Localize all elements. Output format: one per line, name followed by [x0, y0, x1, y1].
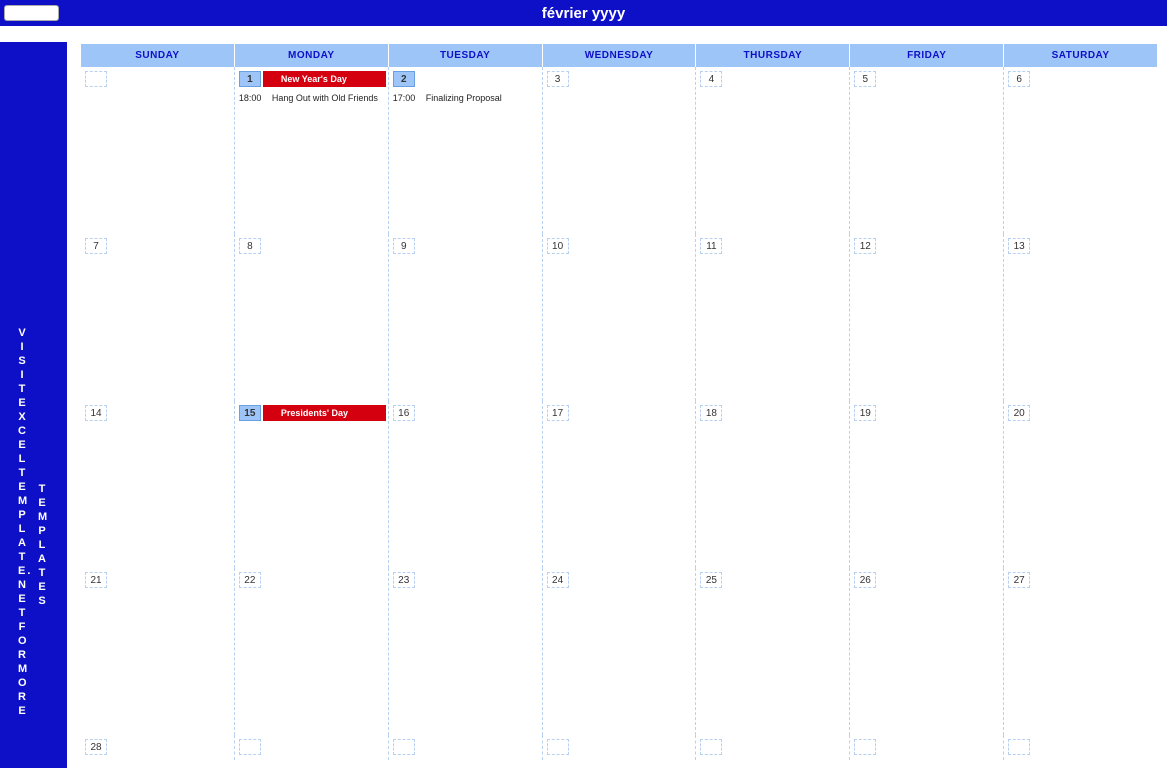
day-cell[interactable]: 13	[1004, 234, 1157, 401]
calendar: SUNDAY MONDAY TUESDAY WEDNESDAY THURSDAY…	[67, 26, 1167, 768]
week-row: 28	[81, 735, 1157, 760]
day-number	[85, 71, 107, 87]
day-number: 21	[85, 572, 107, 588]
day-number: 9	[393, 238, 415, 254]
day-number: 19	[854, 405, 876, 421]
day-cell[interactable]: 11	[696, 234, 850, 401]
day-cell[interactable]: 5	[850, 67, 1004, 234]
day-number: 10	[547, 238, 569, 254]
day-cell[interactable]: 27	[1004, 568, 1157, 735]
week-row: 21 22 23 24 25 26 27	[81, 568, 1157, 735]
dayhead-monday: MONDAY	[235, 44, 389, 67]
day-number: 5	[854, 71, 876, 87]
day-number: 12	[854, 238, 876, 254]
day-cell[interactable]	[543, 735, 697, 760]
day-number: 13	[1008, 238, 1030, 254]
day-cell[interactable]: 10	[543, 234, 697, 401]
day-number	[547, 739, 569, 755]
day-number	[854, 739, 876, 755]
dayhead-saturday: SATURDAY	[1004, 44, 1157, 67]
week-row: 1New Year's Day 18:00 Hang Out with Old Fr…	[81, 67, 1157, 234]
header-input[interactable]	[4, 5, 59, 21]
day-number: 26	[854, 572, 876, 588]
day-cell[interactable]: 22	[235, 568, 389, 735]
dayhead-friday: FRIDAY	[850, 44, 1004, 67]
day-cell[interactable]: 16	[389, 401, 543, 568]
day-cell[interactable]	[696, 735, 850, 760]
day-cell[interactable]: 7	[81, 234, 235, 401]
day-cell[interactable]: 3	[543, 67, 697, 234]
day-cell[interactable]: 8	[235, 234, 389, 401]
holiday-label: New Year's Day	[263, 71, 386, 87]
dayhead-tuesday: TUESDAY	[389, 44, 543, 67]
day-header-row: SUNDAY MONDAY TUESDAY WEDNESDAY THURSDAY…	[81, 44, 1157, 67]
holiday-label: Presidents' Day	[263, 405, 386, 421]
day-cell[interactable]: 28	[81, 735, 235, 760]
day-cell[interactable]	[850, 735, 1004, 760]
event-time: 17:00	[393, 93, 421, 103]
day-number: 28	[85, 739, 107, 755]
day-number	[393, 739, 415, 755]
day-number: 18	[700, 405, 722, 421]
day-cell[interactable]	[389, 735, 543, 760]
day-cell[interactable]: 26	[850, 568, 1004, 735]
dayhead-thursday: THURSDAY	[696, 44, 850, 67]
day-number: 17	[547, 405, 569, 421]
day-number: 27	[1008, 572, 1030, 588]
day-cell[interactable]	[81, 67, 235, 234]
day-number: 8	[239, 238, 261, 254]
day-number	[1008, 739, 1030, 755]
day-number: 14	[85, 405, 107, 421]
day-cell[interactable]: 23	[389, 568, 543, 735]
day-cell[interactable]: 24	[543, 568, 697, 735]
day-cell[interactable]: 6	[1004, 67, 1157, 234]
day-cell[interactable]	[1004, 735, 1157, 760]
day-number: 23	[393, 572, 415, 588]
day-number: 22	[239, 572, 261, 588]
day-cell[interactable]: 18	[696, 401, 850, 568]
day-cell[interactable]: 2 17:00 Finalizing Proposal	[389, 67, 543, 234]
event-text: Finalizing Proposal	[426, 93, 502, 103]
event-time: 18:00	[239, 93, 267, 103]
day-cell[interactable]: 25	[696, 568, 850, 735]
event-text: Hang Out with Old Friends	[272, 93, 378, 103]
day-number	[239, 739, 261, 755]
day-cell[interactable]	[235, 735, 389, 760]
dayhead-sunday: SUNDAY	[81, 44, 235, 67]
day-cell[interactable]: 15Presidents' Day	[235, 401, 389, 568]
day-number: 11	[700, 238, 722, 254]
day-number: 6	[1008, 71, 1030, 87]
day-cell[interactable]: 17	[543, 401, 697, 568]
event[interactable]: 18:00 Hang Out with Old Friends	[239, 93, 384, 103]
day-number: 25	[700, 572, 722, 588]
day-cell[interactable]: 20	[1004, 401, 1157, 568]
day-cell[interactable]: 9	[389, 234, 543, 401]
day-number: 16	[393, 405, 415, 421]
sidebar-text-2: TEMPLATES	[38, 482, 48, 608]
page-title: février yyyy	[542, 5, 625, 22]
day-number: 7	[85, 238, 107, 254]
week-row: 7 8 9 10 11 12 13	[81, 234, 1157, 401]
day-cell[interactable]: 4	[696, 67, 850, 234]
day-number: 4	[700, 71, 722, 87]
dayhead-wednesday: WEDNESDAY	[543, 44, 697, 67]
header-bar: février yyyy	[0, 0, 1167, 26]
week-row: 1415Presidents' Day1617181920	[81, 401, 1157, 568]
sidebar: VISIT EXCELTEMPLATE.NET FOR MORE TEMPLAT…	[0, 42, 67, 768]
event[interactable]: 17:00 Finalizing Proposal	[393, 93, 538, 103]
sidebar-text-1: VISIT EXCELTEMPLATE.NET FOR MORE	[18, 326, 28, 718]
day-number: 24	[547, 572, 569, 588]
day-cell[interactable]: 21	[81, 568, 235, 735]
day-number: 3	[547, 71, 569, 87]
day-number	[700, 739, 722, 755]
day-cell[interactable]: 1New Year's Day 18:00 Hang Out with Old Fr…	[235, 67, 389, 234]
day-cell[interactable]: 14	[81, 401, 235, 568]
day-number: 15	[239, 405, 261, 421]
day-number: 20	[1008, 405, 1030, 421]
day-cell[interactable]: 19	[850, 401, 1004, 568]
day-number: 1	[239, 71, 261, 87]
day-number: 2	[393, 71, 415, 87]
day-cell[interactable]: 12	[850, 234, 1004, 401]
